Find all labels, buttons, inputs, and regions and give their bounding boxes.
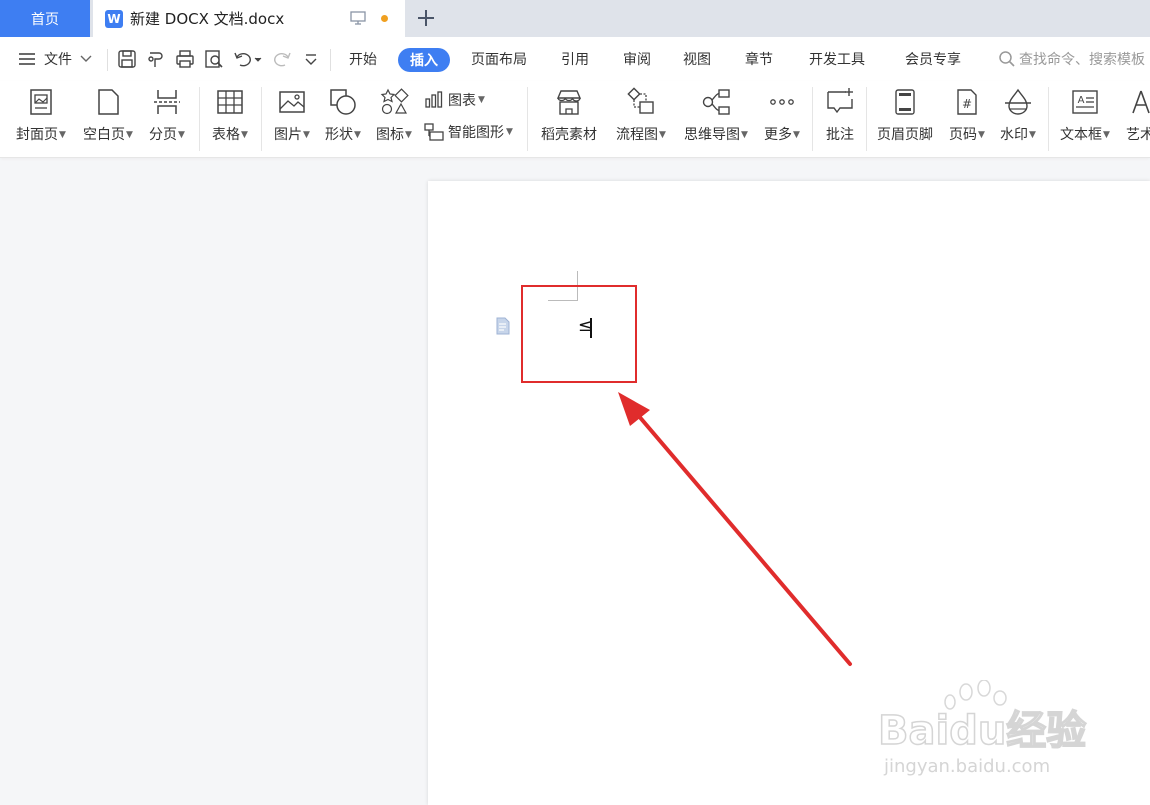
- print-preview-icon[interactable]: [204, 49, 224, 69]
- comment-icon: [827, 88, 853, 114]
- wordart-icon: [1132, 90, 1150, 114]
- watermark-url: jingyan.baidu.com: [883, 756, 1050, 777]
- chart-label: 图表: [448, 93, 476, 109]
- store-icon: [556, 90, 582, 115]
- picture-label: 图片: [274, 127, 303, 143]
- icons-button[interactable]: 图标▼: [370, 81, 418, 157]
- header-footer-button[interactable]: 页眉页脚: [872, 81, 938, 157]
- watermark-icon: [1005, 88, 1031, 115]
- tab-home-label: 首页: [31, 11, 59, 28]
- customize-toolbar-icon[interactable]: [304, 49, 318, 69]
- header-footer-icon: [895, 89, 915, 115]
- smartart-icon: [424, 123, 444, 141]
- page-break-label: 分页: [149, 127, 178, 143]
- picture-icon: [279, 91, 305, 113]
- annotation-arrow-icon: [618, 392, 852, 666]
- watermark-brand: Baidu经验: [878, 708, 1086, 754]
- watermark-label: 水印: [1000, 127, 1029, 143]
- page-number-icon: #: [957, 89, 977, 115]
- menu-tab-0[interactable]: 开始: [349, 37, 377, 81]
- icons-library-icon: [380, 88, 409, 115]
- baidu-watermark: Baidu经验 jingyan.baidu.com: [878, 680, 1087, 777]
- page-break-button[interactable]: 分页▼: [143, 81, 191, 157]
- smartart-label: 智能图形: [448, 125, 504, 141]
- table-icon: [217, 90, 243, 114]
- cover-page-button[interactable]: 封面页▼: [12, 81, 70, 157]
- menu-tab-8[interactable]: 会员专享: [905, 37, 961, 81]
- icons-label: 图标: [376, 127, 405, 143]
- textbox-icon: A: [1072, 90, 1098, 114]
- watermark-button[interactable]: 水印▼: [995, 81, 1041, 157]
- monitor-icon[interactable]: [350, 11, 366, 25]
- shape-icon: [330, 89, 356, 115]
- page-number-button[interactable]: # 页码▼: [943, 81, 991, 157]
- menu-tab-1[interactable]: 插入: [398, 48, 450, 72]
- hamburger-icon: [19, 53, 35, 65]
- textbox-button[interactable]: A 文本框▼: [1054, 81, 1116, 157]
- tab-document[interactable]: W 新建 DOCX 文档.docx: [93, 0, 405, 37]
- unsaved-dot-icon: [381, 15, 388, 22]
- menu-tab-5[interactable]: 视图: [683, 37, 711, 81]
- redo-icon[interactable]: [272, 49, 292, 69]
- tab-home[interactable]: 首页: [0, 0, 90, 37]
- menu-bar: 文件 开始 插入 页面布局 引用 审阅 视图 章节 开发工具 会员专享 查找命令…: [0, 37, 1150, 81]
- docer-material-label: 稻壳素材: [541, 127, 597, 143]
- blank-page-label: 空白页: [83, 127, 126, 143]
- textbox-label: 文本框: [1060, 127, 1103, 143]
- table-button[interactable]: 表格▼: [206, 81, 254, 157]
- format-painter-icon[interactable]: [146, 49, 166, 69]
- menu-tab-7[interactable]: 开发工具: [809, 37, 865, 81]
- menu-tab-3[interactable]: 引用: [561, 37, 589, 81]
- shape-button[interactable]: 形状▼: [319, 81, 367, 157]
- search-icon: [999, 51, 1015, 67]
- wps-writer-icon: W: [105, 9, 123, 28]
- new-tab-plus-icon[interactable]: [414, 6, 438, 30]
- save-icon[interactable]: [117, 49, 137, 69]
- shape-label: 形状: [325, 127, 354, 143]
- menu-tab-6[interactable]: 章节: [745, 37, 773, 81]
- comment-label: 批注: [826, 127, 854, 143]
- mindmap-button[interactable]: 思维导图▼: [678, 81, 754, 157]
- print-icon[interactable]: [175, 49, 195, 69]
- flowchart-label: 流程图: [616, 127, 659, 143]
- mindmap-label: 思维导图: [684, 127, 741, 143]
- blank-page-icon: [98, 89, 119, 115]
- svg-text:A: A: [1078, 95, 1085, 106]
- command-search[interactable]: 查找命令、搜索模板: [998, 37, 1145, 81]
- more-label: 更多: [764, 127, 793, 143]
- chevron-down-icon: [80, 55, 92, 62]
- smartart-button[interactable]: 智能图形 ▼: [424, 121, 513, 143]
- chart-icon: [425, 91, 443, 108]
- more-button[interactable]: 更多▼: [758, 81, 806, 157]
- paragraph-layout-icon[interactable]: [494, 317, 512, 335]
- wordart-button[interactable]: 艺术: [1122, 81, 1150, 157]
- menu-tab-4[interactable]: 审阅: [623, 37, 651, 81]
- mindmap-icon: [702, 89, 730, 115]
- undo-icon[interactable]: [233, 49, 263, 69]
- menu-tab-2[interactable]: 页面布局: [471, 37, 527, 81]
- page-number-label: 页码: [949, 127, 978, 143]
- wordart-label: 艺术: [1126, 127, 1150, 143]
- tab-bar: 首页 W 新建 DOCX 文档.docx: [0, 0, 1150, 37]
- insert-ribbon: 封面页▼ 空白页▼ 分页▼ 表格▼ 图片▼ 形状▼ 图标▼ 图表 ▼ 智能图形 …: [0, 81, 1150, 158]
- file-menu-label: 文件: [44, 52, 72, 68]
- file-menu[interactable]: 文件: [18, 37, 92, 81]
- flowchart-button[interactable]: 流程图▼: [610, 81, 672, 157]
- docer-material-button[interactable]: 稻壳素材: [536, 81, 602, 157]
- tab-document-title: 新建 DOCX 文档.docx: [130, 10, 285, 28]
- comment-button[interactable]: 批注: [818, 81, 862, 157]
- table-label: 表格: [212, 127, 241, 143]
- chart-button[interactable]: 图表 ▼: [424, 89, 485, 111]
- page-break-icon: [154, 90, 180, 114]
- cover-page-label: 封面页: [16, 127, 59, 143]
- header-footer-label: 页眉页脚: [877, 127, 933, 143]
- more-dots-icon: [770, 99, 794, 105]
- svg-text:#: #: [962, 97, 972, 111]
- flowchart-icon: [627, 87, 654, 114]
- highlight-box: [521, 285, 637, 383]
- cover-page-icon: [30, 89, 52, 115]
- command-search-placeholder: 查找命令、搜索模板: [1019, 52, 1145, 68]
- picture-button[interactable]: 图片▼: [268, 81, 316, 157]
- blank-page-button[interactable]: 空白页▼: [79, 81, 137, 157]
